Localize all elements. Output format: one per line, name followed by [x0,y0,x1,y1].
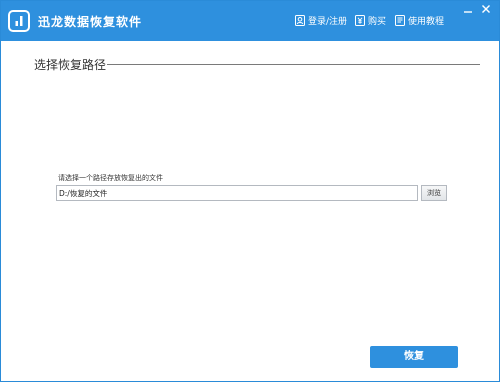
section-title: 选择恢复路径 [34,58,107,72]
section-divider [107,64,480,65]
close-icon[interactable] [480,4,492,14]
tutorial-label: 使用教程 [408,17,445,27]
login-register-label: 登录/注册 [308,17,348,27]
login-register-link[interactable]: 登录/注册 [295,14,347,27]
book-icon [395,15,405,26]
browse-button[interactable]: 浏览 [421,185,447,201]
buy-label: 购买 [368,17,387,27]
buy-link[interactable]: 购买 [355,14,386,27]
app-logo-icon [8,10,30,32]
path-label: 请选择一个路径存放恢复出的文件 [58,174,163,182]
app-title: 迅龙数据恢复软件 [38,15,143,29]
recover-button-label: 恢复 [404,351,424,362]
path-input[interactable] [56,185,418,201]
title-bar: 迅龙数据恢复软件 登录/注册 购买 使用教程 [1,1,499,41]
yen-icon [355,15,365,26]
minimize-icon[interactable] [462,4,474,14]
login-icon [295,15,305,26]
app-window: 迅龙数据恢复软件 登录/注册 购买 使用教程 选择恢复路径 请选择一个路径存放恢… [0,0,500,382]
recover-button[interactable]: 恢复 [370,346,458,368]
tutorial-link[interactable]: 使用教程 [395,14,444,27]
